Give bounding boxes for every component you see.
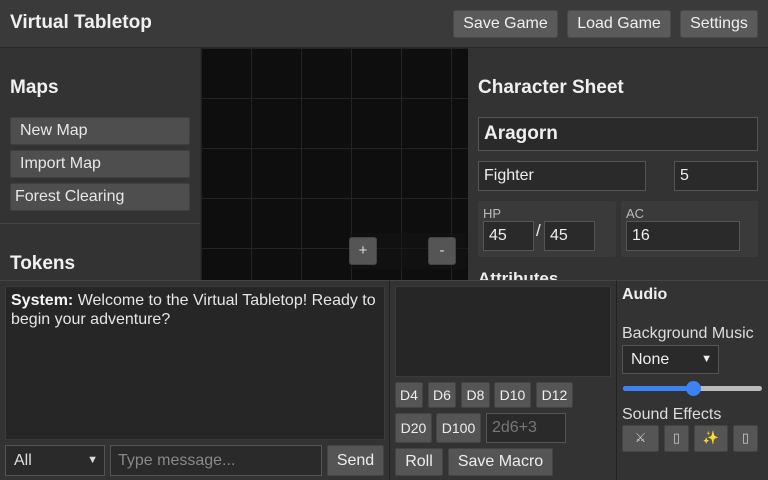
chat-channel-value: All bbox=[14, 452, 32, 469]
door-icon[interactable]: ▯ bbox=[733, 425, 758, 452]
d100-button[interactable]: D100 bbox=[436, 413, 481, 443]
zoom-out-button[interactable]: - bbox=[428, 237, 456, 265]
volume-slider[interactable] bbox=[623, 381, 762, 396]
chat-message-input[interactable]: Type message... bbox=[110, 445, 322, 476]
d12-button[interactable]: D12 bbox=[536, 382, 573, 408]
chat-channel-select[interactable]: All ▼ bbox=[5, 445, 105, 476]
background-music-label: Background Music bbox=[622, 325, 754, 342]
chat-log: System: Welcome to the Virtual Tabletop!… bbox=[5, 286, 385, 440]
left-sidebar: Maps New Map Import Map Forest Clearing … bbox=[0, 48, 201, 280]
hp-separator: / bbox=[536, 221, 541, 240]
character-class-field[interactable]: Fighter bbox=[478, 161, 646, 191]
sidebar-divider bbox=[0, 223, 200, 224]
chevron-down-icon: ▼ bbox=[87, 454, 98, 466]
load-game-button[interactable]: Load Game bbox=[567, 10, 671, 38]
hp-box: HP 45 / 45 bbox=[478, 201, 616, 257]
volume-slider-thumb[interactable] bbox=[685, 381, 701, 396]
roll-button[interactable]: Roll bbox=[395, 448, 443, 476]
send-button[interactable]: Send bbox=[327, 445, 384, 476]
maps-title: Maps bbox=[10, 77, 59, 98]
dice-panel: D4 D6 D8 D10 D12 D20 D100 2d6+3 Roll Sav… bbox=[390, 280, 617, 480]
hp-max-field[interactable]: 45 bbox=[544, 221, 595, 251]
new-map-button[interactable]: New Map bbox=[10, 117, 190, 145]
chevron-down-icon: ▼ bbox=[701, 353, 712, 365]
attributes-title: Attributes bbox=[478, 269, 559, 280]
ac-label: AC bbox=[626, 206, 645, 221]
settings-button[interactable]: Settings bbox=[680, 10, 758, 38]
ac-box: AC 16 bbox=[621, 201, 758, 257]
character-name-field[interactable]: Aragorn bbox=[478, 117, 758, 151]
hp-current-field[interactable]: 45 bbox=[483, 221, 534, 251]
sword-icon[interactable]: ⚔ bbox=[622, 425, 659, 452]
import-map-button[interactable]: Import Map bbox=[10, 150, 190, 178]
character-level-field[interactable]: 5 bbox=[674, 161, 758, 191]
character-sheet-panel: Character Sheet Aragorn Fighter 5 HP 45 … bbox=[468, 48, 768, 280]
dice-formula-input[interactable]: 2d6+3 bbox=[486, 413, 566, 443]
d20-button[interactable]: D20 bbox=[395, 413, 432, 443]
d10-button[interactable]: D10 bbox=[494, 382, 531, 408]
app-header: Virtual Tabletop Save Game Load Game Set… bbox=[0, 0, 768, 48]
audio-title: Audio bbox=[622, 286, 668, 303]
chat-panel: System: Welcome to the Virtual Tabletop!… bbox=[0, 280, 390, 480]
background-music-select[interactable]: None ▼ bbox=[622, 345, 719, 374]
save-game-button[interactable]: Save Game bbox=[453, 10, 558, 38]
character-sheet-title: Character Sheet bbox=[478, 77, 624, 98]
magic-icon[interactable]: ✨ bbox=[694, 425, 728, 452]
tokens-title: Tokens bbox=[10, 253, 76, 274]
map-item-forest-clearing[interactable]: Forest Clearing bbox=[10, 183, 190, 211]
zoom-in-button[interactable]: + bbox=[349, 237, 377, 265]
volume-slider-fill bbox=[623, 386, 693, 391]
hp-label: HP bbox=[483, 206, 502, 221]
map-canvas[interactable]: + - bbox=[201, 48, 468, 280]
d6-button[interactable]: D6 bbox=[428, 382, 456, 408]
ac-field[interactable]: 16 bbox=[626, 221, 740, 251]
d8-button[interactable]: D8 bbox=[461, 382, 490, 408]
background-music-value: None bbox=[631, 351, 670, 368]
app-title: Virtual Tabletop bbox=[10, 12, 152, 33]
save-macro-button[interactable]: Save Macro bbox=[448, 448, 553, 476]
sound-effects-label: Sound Effects bbox=[622, 406, 722, 423]
shield-icon[interactable]: ▯ bbox=[664, 425, 689, 452]
dice-result-display bbox=[395, 286, 611, 377]
chat-message: System: Welcome to the Virtual Tabletop!… bbox=[11, 291, 379, 329]
chat-sender: System: bbox=[11, 292, 74, 309]
audio-panel: Audio Background Music None ▼ Sound Effe… bbox=[617, 280, 768, 480]
d4-button[interactable]: D4 bbox=[395, 382, 423, 408]
